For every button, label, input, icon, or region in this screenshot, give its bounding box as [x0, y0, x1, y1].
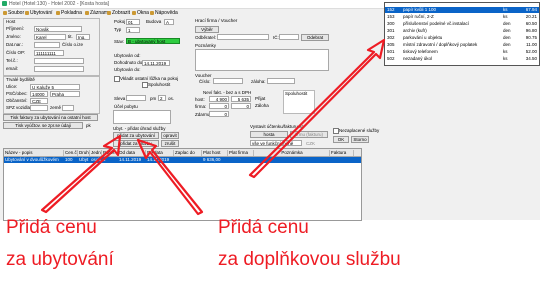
annotation-right-line1: Přidá cenu [218, 217, 309, 238]
arrow-service [136, 138, 204, 216]
annotation-right-line2: za doplňkovou službu [218, 249, 401, 270]
arrow-popup [248, 38, 386, 179]
arrow-accommodation [40, 134, 122, 214]
annotation-left-line1: Přidá cenu [6, 217, 97, 238]
annotation-left-line2: za ubytování [6, 249, 114, 270]
annotation-arrows [40, 38, 386, 216]
